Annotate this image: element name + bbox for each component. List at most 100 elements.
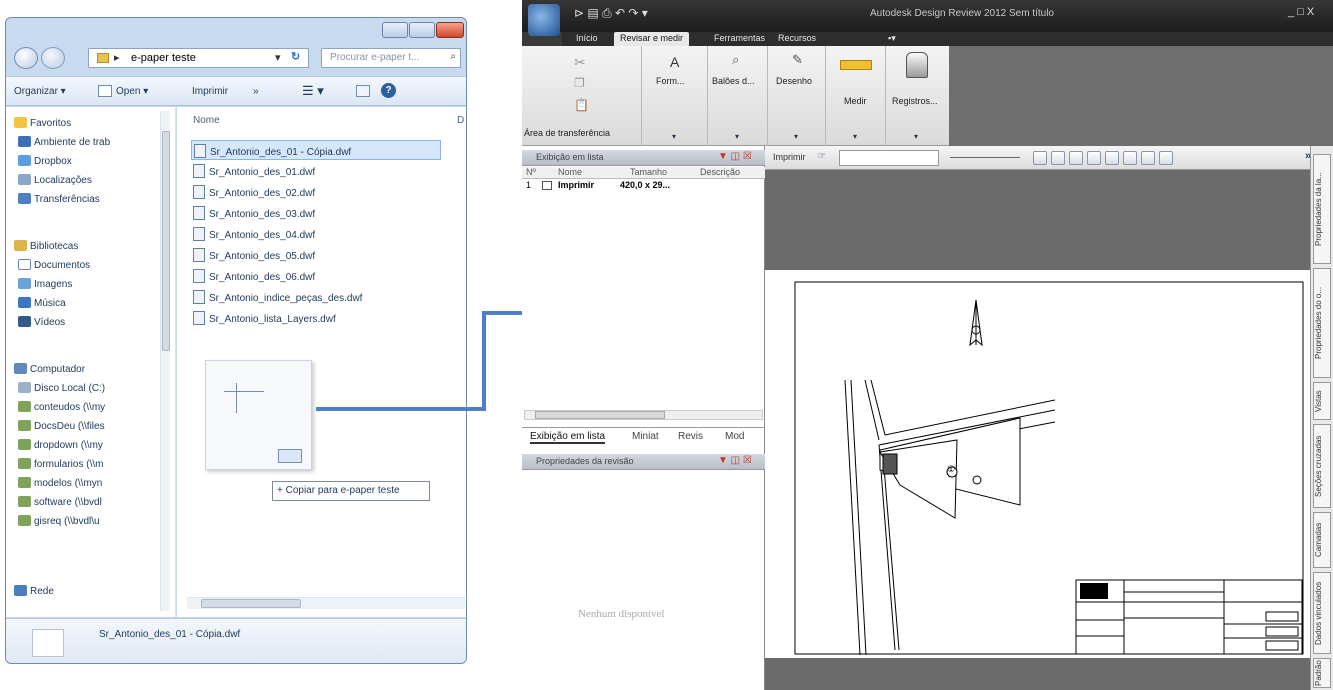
minimize-button[interactable]: [382, 22, 408, 38]
ribbon-group-measure[interactable]: Medir ▾: [826, 46, 886, 146]
list-row[interactable]: 1 Imprimir 420,0 x 29...: [522, 180, 765, 192]
nav-computer[interactable]: Computador: [14, 363, 154, 381]
nav-item[interactable]: modelos (\\myn: [18, 477, 158, 495]
tab-standard[interactable]: Padrão: [1313, 658, 1331, 688]
column-num[interactable]: Nº: [526, 167, 536, 177]
nav-item[interactable]: DocsDeu (\\files: [18, 420, 158, 438]
view-options-icon[interactable]: ☰ ▾: [302, 83, 324, 99]
column-header-name[interactable]: Nome: [193, 115, 220, 126]
tab-layout-properties[interactable]: Propriedades da la...: [1313, 154, 1331, 264]
tab-ferramentas[interactable]: Ferramentas: [708, 32, 771, 46]
ribbon-options-icon[interactable]: ▪▾: [882, 32, 902, 46]
file-item[interactable]: Sr_Antonio_des_02.dwf: [191, 182, 441, 202]
zoom-rect-icon[interactable]: [1069, 151, 1083, 165]
orbit-icon[interactable]: [1159, 151, 1173, 165]
nav-item[interactable]: Disco Local (C:): [18, 382, 158, 400]
nav-item[interactable]: software (\\bvdl: [18, 496, 158, 514]
file-item[interactable]: Sr_Antonio_lista_Layers.dwf: [191, 308, 441, 328]
back-button[interactable]: [14, 47, 38, 69]
file-item[interactable]: Sr_Antonio_des_05.dwf: [191, 245, 441, 265]
column-header-d[interactable]: D: [457, 115, 464, 126]
nav-item[interactable]: conteudos (\\my: [18, 401, 158, 419]
print-toolbar-label[interactable]: Imprimir: [773, 152, 806, 162]
search-input[interactable]: Procurar e-paper t... ⌕: [321, 48, 461, 68]
print-button[interactable]: Imprimir: [192, 86, 228, 97]
tab-models[interactable]: Mod: [725, 431, 744, 442]
nav-libraries[interactable]: Bibliotecas: [14, 240, 154, 258]
file-item[interactable]: Sr_Antonio_des_06.dwf: [191, 266, 441, 286]
list-horizontal-scrollbar[interactable]: [524, 410, 763, 420]
file-item[interactable]: Sr_Antonio_des_01.dwf: [191, 161, 441, 181]
organize-button[interactable]: Organizar ▾: [14, 86, 66, 97]
column-description[interactable]: Descrição: [700, 167, 740, 177]
ribbon-group-drawing[interactable]: ✎ Desenho ▾: [768, 46, 826, 146]
tab-list-view[interactable]: Exibição em lista: [530, 431, 606, 444]
window-controls[interactable]: _ □ X: [1288, 6, 1314, 18]
home-view-icon[interactable]: [1033, 151, 1047, 165]
ribbon-group-balloons[interactable]: ⌕ Balões d... ▾: [708, 46, 768, 146]
nav-favorites[interactable]: Favoritos: [14, 117, 154, 135]
chevron-down-icon[interactable]: ▾: [672, 132, 676, 141]
tab-revisar-e-medir[interactable]: Revisar e medir: [614, 32, 690, 46]
nav-item[interactable]: Documentos: [18, 259, 158, 277]
app-logo[interactable]: [528, 4, 560, 36]
nav-item[interactable]: Localizações: [18, 174, 158, 192]
nav-item[interactable]: Ambiente de trab: [18, 136, 158, 154]
more-commands-button[interactable]: »: [253, 86, 259, 97]
open-button[interactable]: Open ▾: [116, 86, 148, 97]
cut-icon[interactable]: ✂: [574, 54, 586, 71]
address-bar[interactable]: ▸ e-paper teste ▾ ↻: [88, 48, 309, 68]
nav-scrollbar-thumb[interactable]: [162, 131, 170, 351]
previous-view-icon[interactable]: [1123, 151, 1137, 165]
nav-item[interactable]: Dropbox: [18, 155, 158, 173]
close-button[interactable]: [436, 22, 464, 38]
file-item[interactable]: Sr_Antonio_des_04.dwf: [191, 224, 441, 244]
tab-layers[interactable]: Camadas: [1313, 512, 1331, 568]
preview-pane-icon[interactable]: [356, 85, 370, 97]
column-name[interactable]: Nome: [558, 167, 582, 177]
file-item[interactable]: Sr_Antonio_indice_peças_des.dwf: [191, 287, 441, 307]
refresh-icon[interactable]: ↻: [291, 50, 300, 63]
chevron-down-icon[interactable]: ▾: [794, 132, 798, 141]
file-item[interactable]: Sr_Antonio_des_03.dwf: [191, 203, 441, 223]
nav-network[interactable]: Rede: [14, 585, 154, 603]
maximize-button[interactable]: [409, 22, 435, 38]
nav-item[interactable]: dropdown (\\my: [18, 439, 158, 457]
tab-views[interactable]: Vistas: [1313, 382, 1331, 420]
zoom-slider[interactable]: [950, 157, 1020, 158]
nav-item[interactable]: Transferências: [18, 193, 158, 211]
hand-icon[interactable]: ☞: [817, 151, 826, 162]
tab-revisions[interactable]: Revis: [678, 431, 703, 442]
tab-linked-data[interactable]: Dados vinculados: [1313, 572, 1331, 654]
chevron-down-icon[interactable]: ▾: [853, 132, 857, 141]
zoom-in-icon[interactable]: [1087, 151, 1101, 165]
pane-menu-icon[interactable]: ▼ ◫ ☒: [718, 151, 752, 162]
ribbon-group-format[interactable]: A Form... ▾: [642, 46, 708, 146]
help-icon[interactable]: ?: [381, 83, 396, 98]
tab-inicio[interactable]: Início: [570, 32, 604, 46]
file-item-selected[interactable]: Sr_Antonio_des_01 - Cópia.dwf: [191, 140, 441, 160]
nav-item[interactable]: Imagens: [18, 278, 158, 296]
tab-thumbnails[interactable]: Miniat: [632, 431, 659, 442]
fit-icon[interactable]: [1051, 151, 1065, 165]
copy-icon[interactable]: ❐: [574, 76, 585, 90]
page-select[interactable]: [839, 150, 939, 166]
list-scrollbar-thumb[interactable]: [535, 411, 665, 419]
drawing-sheet[interactable]: ①: [765, 270, 1310, 658]
chevron-down-icon[interactable]: ▾: [914, 132, 918, 141]
forward-button[interactable]: [41, 47, 65, 69]
tab-recursos[interactable]: Recursos: [772, 32, 822, 46]
ribbon-group-records[interactable]: Registros... ▾: [886, 46, 949, 146]
nav-item[interactable]: gisreq (\\bvdl\u: [18, 515, 158, 533]
nav-scrollbar[interactable]: [160, 111, 170, 611]
tab-object-properties[interactable]: Propriedades do o...: [1313, 268, 1331, 378]
next-view-icon[interactable]: [1141, 151, 1155, 165]
nav-item[interactable]: Música: [18, 297, 158, 315]
nav-item[interactable]: Vídeos: [18, 316, 158, 334]
pane-menu-icon[interactable]: ▼ ◫ ☒: [718, 455, 752, 466]
column-size[interactable]: Tamanho: [630, 167, 667, 177]
tab-sections[interactable]: Seções cruzadas: [1313, 424, 1331, 508]
nav-item[interactable]: formularios (\\m: [18, 458, 158, 476]
chevron-down-icon[interactable]: ▾: [735, 132, 739, 141]
file-horizontal-scrollbar[interactable]: [187, 597, 465, 609]
